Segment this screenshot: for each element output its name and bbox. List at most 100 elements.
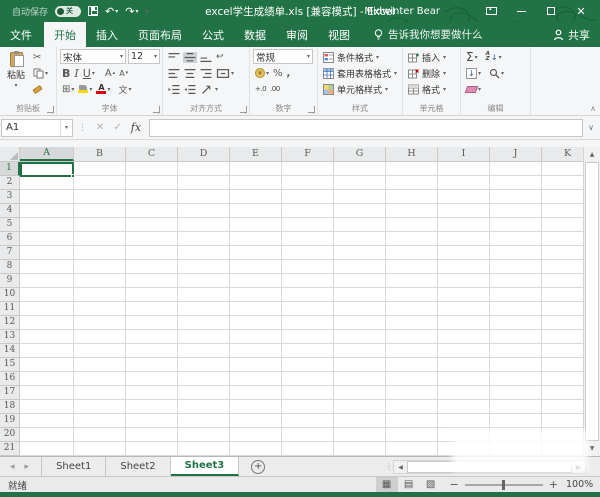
phonetic-guide-button[interactable]: 文 ▾ — [116, 81, 133, 97]
format-painter-button[interactable] — [31, 81, 50, 97]
cell-C7[interactable] — [126, 246, 178, 260]
cell-E4[interactable] — [230, 204, 282, 218]
font-dialog-launcher[interactable] — [153, 106, 160, 115]
cell-G6[interactable] — [334, 232, 386, 246]
cell-C5[interactable] — [126, 218, 178, 232]
cell-G2[interactable] — [334, 176, 386, 190]
cell-H18[interactable] — [386, 400, 438, 414]
cell-K16[interactable] — [542, 372, 583, 386]
align-center-icon[interactable] — [183, 68, 197, 79]
cell-E3[interactable] — [230, 190, 282, 204]
cell-H16[interactable] — [386, 372, 438, 386]
cell-E9[interactable] — [230, 274, 282, 288]
cell-D4[interactable] — [178, 204, 230, 218]
insert-function-button[interactable]: fx — [131, 121, 141, 134]
cell-A21[interactable] — [20, 442, 74, 456]
redo-button[interactable]: ↷ ▾ — [125, 5, 138, 18]
row-header-14[interactable]: 14 — [0, 344, 20, 358]
align-top-icon[interactable] — [167, 52, 181, 63]
cell-J17[interactable] — [490, 386, 542, 400]
cell-F16[interactable] — [282, 372, 334, 386]
cell-B6[interactable] — [74, 232, 126, 246]
wrap-text-button[interactable]: ↩ — [214, 49, 226, 65]
cell-G18[interactable] — [334, 400, 386, 414]
cell-A19[interactable] — [20, 414, 74, 428]
cell-B10[interactable] — [74, 288, 126, 302]
font-color-dropdown-icon[interactable]: ▾ — [107, 86, 110, 93]
cell-F8[interactable] — [282, 260, 334, 274]
format-as-table-dropdown-icon[interactable]: ▾ — [394, 70, 397, 77]
column-header-d[interactable]: D — [178, 147, 230, 161]
cell-I15[interactable] — [438, 358, 490, 372]
cell-H13[interactable] — [386, 330, 438, 344]
cell-C9[interactable] — [126, 274, 178, 288]
sheet-tab-sheet3[interactable]: Sheet3 — [170, 457, 240, 476]
cell-H19[interactable] — [386, 414, 438, 428]
cell-C6[interactable] — [126, 232, 178, 246]
cell-K10[interactable] — [542, 288, 583, 302]
row-header-15[interactable]: 15 — [0, 358, 20, 372]
cell-J12[interactable] — [490, 316, 542, 330]
vertical-scroll-thumb[interactable] — [585, 162, 599, 441]
cell-C12[interactable] — [126, 316, 178, 330]
cell-F20[interactable] — [282, 428, 334, 442]
cancel-button[interactable]: ✕ — [96, 122, 104, 133]
cell-C17[interactable] — [126, 386, 178, 400]
cell-A4[interactable] — [20, 204, 74, 218]
cell-C19[interactable] — [126, 414, 178, 428]
column-header-e[interactable]: E — [230, 147, 282, 161]
cell-H14[interactable] — [386, 344, 438, 358]
cell-C18[interactable] — [126, 400, 178, 414]
cell-J8[interactable] — [490, 260, 542, 274]
shrink-font-button[interactable]: A ▾ — [117, 65, 130, 81]
cell-G15[interactable] — [334, 358, 386, 372]
cell-I18[interactable] — [438, 400, 490, 414]
increase-indent-icon[interactable] — [183, 84, 197, 95]
delete-cells-button[interactable]: 删除 ▾ — [406, 65, 458, 81]
undo-button[interactable]: ↶ ▾ — [105, 5, 118, 18]
formula-bar-splitter[interactable]: ⋮ — [73, 123, 92, 133]
cell-J1[interactable] — [490, 162, 542, 176]
row-header-2[interactable]: 2 — [0, 176, 20, 190]
cell-J9[interactable] — [490, 274, 542, 288]
cell-E8[interactable] — [230, 260, 282, 274]
cell-D3[interactable] — [178, 190, 230, 204]
cell-G1[interactable] — [334, 162, 386, 176]
cell-G13[interactable] — [334, 330, 386, 344]
tab-page-layout[interactable]: 页面布局 — [128, 22, 192, 47]
cell-G10[interactable] — [334, 288, 386, 302]
cell-D14[interactable] — [178, 344, 230, 358]
comma-style-button[interactable]: , — [285, 65, 293, 81]
cell-C10[interactable] — [126, 288, 178, 302]
cell-A16[interactable] — [20, 372, 74, 386]
conditional-formatting-dropdown-icon[interactable]: ▾ — [376, 54, 379, 61]
cell-K17[interactable] — [542, 386, 583, 400]
cell-E14[interactable] — [230, 344, 282, 358]
font-family-dropdown-icon[interactable]: ▾ — [120, 53, 123, 60]
cell-I4[interactable] — [438, 204, 490, 218]
cell-B3[interactable] — [74, 190, 126, 204]
cell-E20[interactable] — [230, 428, 282, 442]
cell-B9[interactable] — [74, 274, 126, 288]
row-header-21[interactable]: 21 — [0, 442, 20, 456]
column-header-j[interactable]: J — [490, 147, 542, 161]
copy-dropdown-icon[interactable]: ▾ — [45, 70, 48, 77]
bold-button[interactable]: B — [60, 65, 72, 81]
cell-K14[interactable] — [542, 344, 583, 358]
cell-H5[interactable] — [386, 218, 438, 232]
cell-B12[interactable] — [74, 316, 126, 330]
enter-button[interactable]: ✓ — [113, 122, 121, 133]
cell-H7[interactable] — [386, 246, 438, 260]
cell-F3[interactable] — [282, 190, 334, 204]
underline-button[interactable]: U ▾ — [81, 65, 97, 81]
column-header-g[interactable]: G — [334, 147, 386, 161]
format-cells-button[interactable]: 格式 ▾ — [406, 81, 458, 97]
minimize-button[interactable] — [506, 5, 536, 18]
tab-data[interactable]: 数据 — [234, 22, 276, 47]
autosum-dropdown-icon[interactable]: ▾ — [475, 54, 478, 61]
cell-B13[interactable] — [74, 330, 126, 344]
cell-H1[interactable] — [386, 162, 438, 176]
scroll-up-icon[interactable]: ▲ — [584, 147, 600, 162]
cell-I9[interactable] — [438, 274, 490, 288]
alignment-dialog-launcher[interactable] — [240, 106, 247, 115]
